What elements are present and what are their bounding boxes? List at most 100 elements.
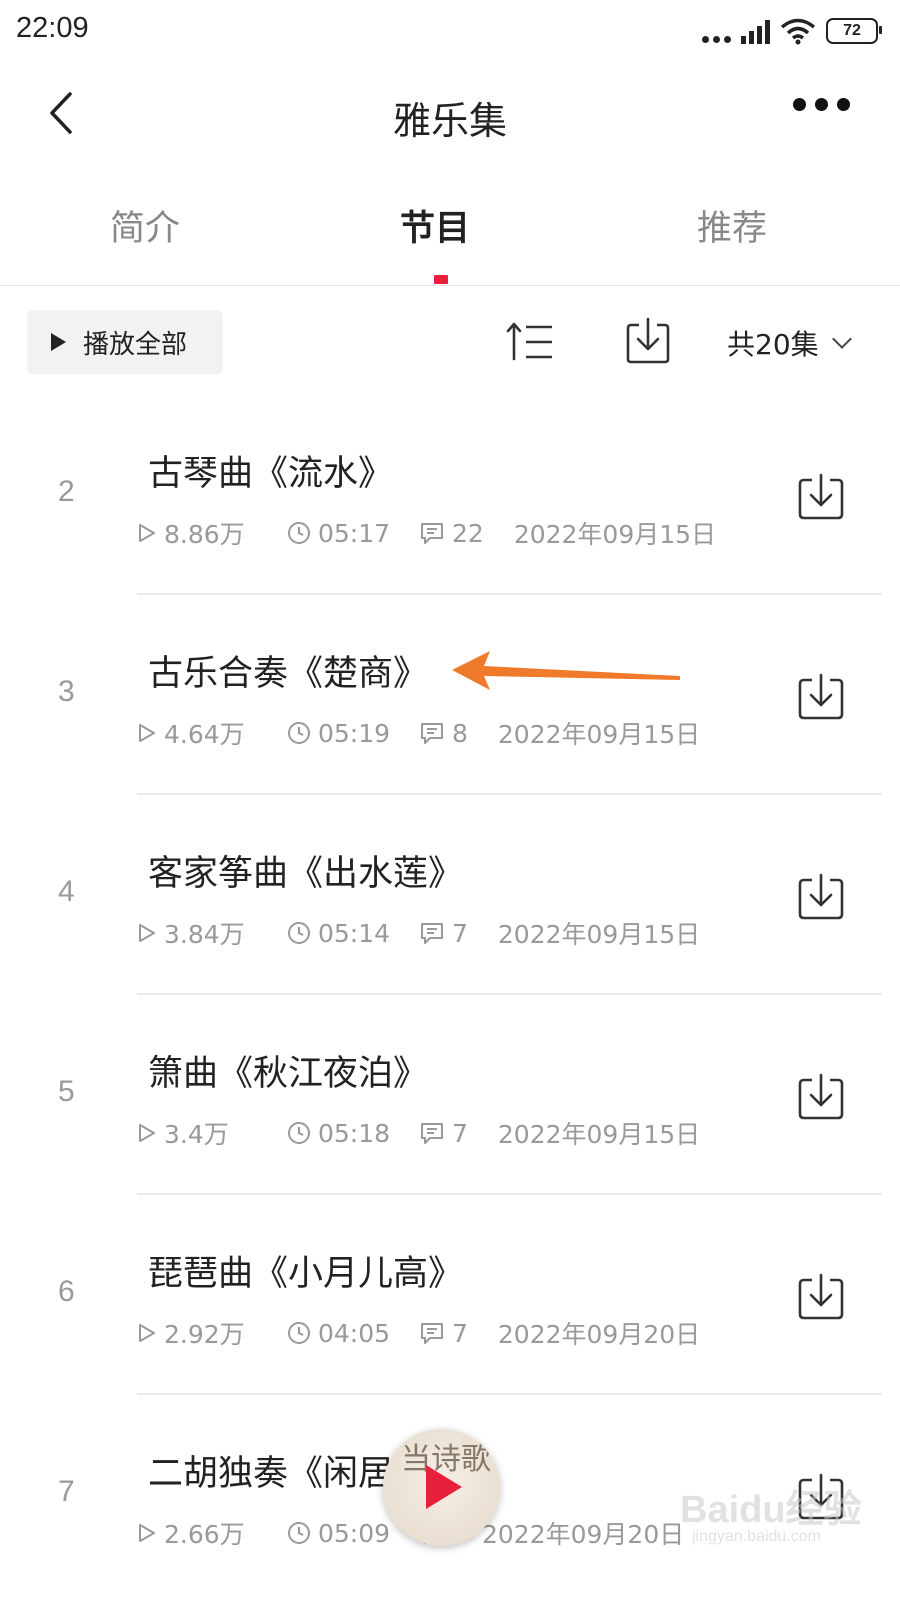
download-button[interactable] [797,873,845,921]
play-all-label: 播放全部 [83,329,188,360]
list-toolbar: 播放全部 共20集 [0,305,900,385]
notification-dots-icon [702,19,731,43]
download-button[interactable] [797,1073,845,1121]
duration: 05:19 [287,719,419,748]
clock-icon [288,1122,310,1144]
play-count: 8.86万 [137,515,287,551]
episode-title: 琵琶曲《小月儿高》 [148,1254,464,1294]
comment-count: 8 [419,719,468,748]
duration: 05:14 [287,919,419,948]
page-title: 雅乐集 [392,99,507,143]
publish-date: 2022年09月15日 [497,1120,701,1149]
episode-item[interactable]: 2 古琴曲《流水》 8.86万 05:17 22 2022年09月15日 [0,395,900,595]
wifi-icon [780,18,816,45]
comment-count: 22 [419,519,484,548]
duration: 05:17 [287,519,419,548]
episode-index: 2 [58,475,75,508]
download-button[interactable] [797,473,845,521]
tab-recommend[interactable]: 推荐 [697,200,767,251]
comment-count: 7 [419,1319,468,1348]
publish-date: 2022年09月20日 [497,1320,701,1349]
batch-download-button[interactable] [625,317,671,365]
episode-title: 箫曲《秋江夜泊》 [148,1054,429,1094]
download-button[interactable] [797,1473,845,1521]
duration: 05:18 [287,1119,419,1148]
episode-item[interactable]: 3 古乐合奏《楚商》 4.64万 05:19 8 2022年09月15日 [0,595,900,795]
status-bar: 22:09 72 [0,0,900,60]
tab-bar: 简介 节目 推荐 [0,190,900,286]
comment-count: 7 [419,919,468,948]
episode-index: 5 [58,1075,75,1108]
episode-item[interactable]: 4 客家筝曲《出水莲》 3.84万 05:14 7 2022年09月15日 [0,795,900,995]
episode-count-label: 共20集 [727,328,819,361]
episode-item[interactable]: 6 琵琶曲《小月儿高》 2.92万 04:05 7 2022年09月20日 [0,1195,900,1395]
download-icon [798,873,844,920]
comment-icon [421,723,443,744]
status-icons: 72 [702,14,882,48]
comment-count: 7 [419,1119,468,1148]
play-outline-icon [139,1124,155,1142]
play-icon [51,333,66,351]
episode-meta: 3.84万 05:14 7 2022年09月15日 [137,915,700,951]
download-icon [798,1473,844,1520]
episode-meta: 2.92万 04:05 7 2022年09月20日 [137,1315,700,1351]
episode-count-selector[interactable]: 共20集 [727,323,852,363]
episode-title: 古乐合奏《楚商》 [148,654,429,694]
download-icon [798,473,844,520]
episode-index: 4 [58,875,75,908]
episode-index: 3 [58,675,75,708]
download-icon [798,1073,844,1120]
download-button[interactable] [797,673,845,721]
active-tab-indicator [434,275,448,284]
play-icon [426,1465,462,1509]
more-dots-icon [793,98,806,111]
episode-meta: 4.64万 05:19 8 2022年09月15日 [137,715,700,751]
sort-button[interactable] [506,319,554,365]
play-outline-icon [139,1524,155,1542]
clock-icon [288,722,310,744]
clock-icon [288,1322,310,1344]
play-outline-icon [139,524,155,542]
publish-date: 2022年09月15日 [497,920,701,949]
comment-icon [421,1123,443,1144]
play-outline-icon [139,1324,155,1342]
publish-date: 2022年09月20日 [482,1520,685,1549]
comment-icon [421,923,443,944]
clock-icon [288,1522,310,1544]
header: 雅乐集 [0,60,900,170]
signal-icon [741,18,770,44]
episode-meta: 3.4万 05:18 7 2022年09月15日 [137,1115,700,1151]
download-icon [798,1273,844,1320]
publish-date: 2022年09月15日 [497,720,701,749]
comment-icon [421,1323,443,1344]
episode-title: 客家筝曲《出水莲》 [148,854,464,894]
play-all-button[interactable]: 播放全部 [27,310,223,374]
chevron-down-icon [831,329,852,349]
battery-indicator: 72 [826,18,882,44]
tab-episodes[interactable]: 节目 [400,200,470,251]
mini-player[interactable]: 当诗歌 [383,1429,500,1546]
episode-index: 6 [58,1275,75,1308]
status-time: 22:09 [16,12,89,44]
play-count: 4.64万 [137,715,287,751]
clock-icon [288,522,310,544]
play-outline-icon [139,724,155,742]
clock-icon [288,922,310,944]
episode-index: 7 [58,1475,75,1508]
play-count: 3.84万 [137,915,287,951]
play-outline-icon [139,924,155,942]
download-icon [626,317,670,364]
episode-item[interactable]: 5 箫曲《秋江夜泊》 3.4万 05:18 7 2022年09月15日 [0,995,900,1195]
sort-order-icon [506,322,552,361]
publish-date: 2022年09月15日 [513,520,717,549]
episode-meta: 8.86万 05:17 22 2022年09月15日 [137,515,716,551]
tab-intro[interactable]: 简介 [110,200,180,251]
play-count: 2.92万 [137,1315,287,1351]
download-button[interactable] [797,1273,845,1321]
duration: 04:05 [287,1319,419,1348]
episode-list: 2 古琴曲《流水》 8.86万 05:17 22 2022年09月15日 3 古… [0,395,900,1595]
comment-icon [421,523,443,544]
episode-title: 古琴曲《流水》 [148,454,394,494]
more-button[interactable] [793,98,850,111]
play-count: 3.4万 [137,1115,287,1151]
